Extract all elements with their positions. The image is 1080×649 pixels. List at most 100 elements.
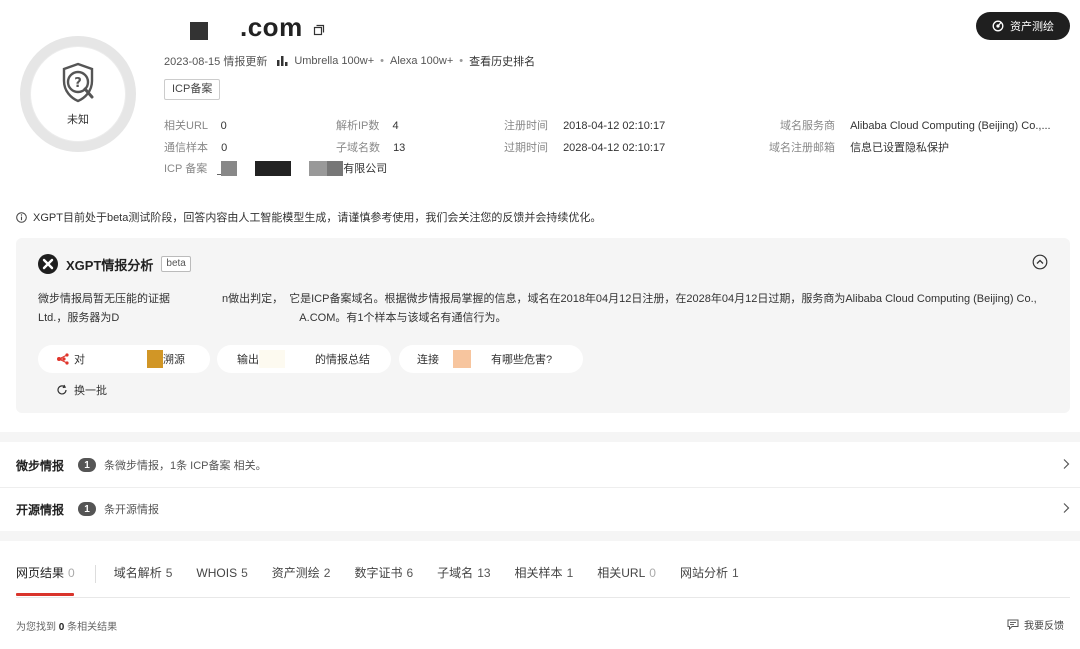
result-tabs: 网页结果 0 域名解析 5 WHOIS 5 资产测绘 2 数字证书 6 子域名 13 相关样… <box>16 562 739 598</box>
xgpt-analysis-card: XGPT情报分析 beta 微步情报局暂无压能的证据 n做出判定， 它是ICP备案域… <box>16 238 1070 413</box>
tab-related-urls[interactable]: 相关URL 0 <box>597 562 656 598</box>
refresh-icon <box>57 384 67 395</box>
intel-label: 微步情报 <box>16 458 65 473</box>
redacted-block <box>327 160 344 176</box>
copy-icon[interactable] <box>313 24 325 36</box>
network-icon <box>57 353 69 365</box>
history-rank-link[interactable]: 查看历史排名 <box>469 53 535 69</box>
result-count: 为您找到 0 条相关结果 <box>16 618 117 633</box>
intel-text: 条微步情报，1条 ICP备案 相关。 <box>104 460 267 472</box>
alexa-rank: Alexa 100w+ <box>389 55 454 67</box>
asset-icon <box>992 20 1004 32</box>
beta-notice: XGPT目前处于beta测试阶段，回答内容由人工智能模型生成，请谨慎参考使用，我… <box>16 209 601 225</box>
redacted-block <box>259 350 285 368</box>
tab-count: 2 <box>323 566 331 580</box>
tab-label: 资产测绘 <box>271 566 320 580</box>
intel-text: 条开源情报 <box>104 504 159 516</box>
result-number: 0 <box>58 622 65 633</box>
tab-whois[interactable]: WHOIS 5 <box>196 562 247 598</box>
chip-text: 输出 <box>237 354 259 366</box>
summary-text: n做出判定， <box>222 293 284 305</box>
domain-name: .com <box>240 11 303 42</box>
register-time-field: 注册时间 2018-04-12 02:10:17 <box>504 117 665 133</box>
field-label: 域名注册邮箱 <box>769 142 835 154</box>
refresh-suggestions-button[interactable]: 换一批 <box>56 382 107 398</box>
xgpt-summary: 微步情报局暂无压能的证据 n做出判定， 它是ICP备案域名。根据微步情报局掌握的信息… <box>38 290 1048 328</box>
subdomains-field[interactable]: 子域名数 13 <box>336 139 405 155</box>
xgpt-title: XGPT情报分析 <box>66 257 154 273</box>
meta-row: 2023-08-15 情报更新 Umbrella 100w+ • Alexa 1… <box>164 53 535 69</box>
update-date: 2023-08-15 情报更新 <box>164 56 268 68</box>
redacted-gap <box>85 350 147 368</box>
field-label: 注册时间 <box>504 120 548 132</box>
redacted-block <box>221 160 238 176</box>
verdict-ring: ? 未知 <box>20 36 136 152</box>
umbrella-rank: Umbrella 100w+ <box>294 55 375 67</box>
separator-dot: • <box>380 55 384 67</box>
tab-count: 13 <box>477 566 491 580</box>
tabs-underline <box>16 597 1070 598</box>
tab-related-samples[interactable]: 相关样本 1 <box>515 562 574 598</box>
suggestion-chip[interactable]: 对 溯源 <box>38 345 210 373</box>
icp-tag: ICP备案 <box>164 79 221 100</box>
tab-label: 相关URL <box>597 566 646 580</box>
feedback-button[interactable]: 我要反馈 <box>1007 617 1064 632</box>
tab-label: 网站分析 <box>679 566 728 580</box>
tab-label: 子域名 <box>437 566 474 580</box>
result-prefix: 为您找到 <box>16 622 56 633</box>
summary-line: Ltd.，服务器为D A.COM。有1个样本与该域名有通信行为。 <box>38 309 1048 328</box>
field-value: 信息已设置隐私保护 <box>850 142 950 154</box>
field-label: 子域名数 <box>336 142 380 154</box>
tab-count: 0 <box>649 566 656 580</box>
suggestion-chip[interactable]: 连接 有哪些危害? <box>399 345 583 373</box>
tab-label: WHOIS <box>196 566 238 580</box>
verdict-label: 未知 <box>67 114 89 126</box>
field-value: 2018-04-12 02:10:17 <box>563 120 666 132</box>
chevron-right-icon <box>1062 458 1070 473</box>
icp-record-field: ICP 备案 有限公司 <box>164 160 387 176</box>
open-source-intel-row[interactable]: 开源情报 1 条开源情报 <box>0 487 1080 531</box>
redacted-block <box>190 22 208 40</box>
field-label: 解析IP数 <box>336 120 380 132</box>
tab-count: 6 <box>406 566 414 580</box>
registrar-field: 域名服务商 Alibaba Cloud Computing (Beijing) … <box>780 117 1051 133</box>
redacted-block <box>255 160 292 176</box>
tab-site-analysis[interactable]: 网站分析 1 <box>680 562 739 598</box>
refresh-label: 换一批 <box>74 385 107 397</box>
comm-samples-field[interactable]: 通信样本 0 <box>164 139 227 155</box>
field-label: 过期时间 <box>504 142 548 154</box>
tab-asset-mapping[interactable]: 资产测绘 2 <box>272 562 331 598</box>
summary-text: 微步情报局暂无压能的证据 <box>38 293 170 305</box>
unknown-threat-icon: ? <box>62 62 94 103</box>
field-value: 2028-04-12 02:10:17 <box>563 142 666 154</box>
tab-count: 1 <box>731 566 739 580</box>
suggestion-chip[interactable]: 输出 的情报总结 <box>217 345 391 373</box>
collapse-icon[interactable] <box>1032 254 1048 273</box>
chip-text: 的情报总结 <box>315 354 370 366</box>
tab-web-results[interactable]: 网页结果 0 <box>16 562 75 598</box>
redacted-block <box>147 350 163 368</box>
verdict-badge: ? 未知 <box>30 46 126 142</box>
tab-certificates[interactable]: 数字证书 6 <box>354 562 413 598</box>
tab-label: 数字证书 <box>354 566 403 580</box>
chip-text: 有哪些危害? <box>491 354 553 366</box>
resolved-ips-field[interactable]: 解析IP数 4 <box>336 117 399 133</box>
redacted-gap <box>285 350 315 368</box>
expire-time-field: 过期时间 2028-04-12 02:10:17 <box>504 139 665 155</box>
field-label: 域名服务商 <box>780 120 835 132</box>
field-label: 相关URL <box>164 120 208 132</box>
tab-subdomains[interactable]: 子域名 13 <box>437 562 490 598</box>
chip-text: 对 <box>74 354 85 366</box>
tab-dns[interactable]: 域名解析 5 <box>114 562 173 598</box>
threatbook-intel-row[interactable]: 微步情报 1 条微步情报，1条 ICP备案 相关。 <box>0 443 1080 487</box>
asset-mapping-label: 资产测绘 <box>1010 21 1054 33</box>
field-label: 通信样本 <box>164 142 208 154</box>
field-label: ICP 备案 <box>164 163 208 175</box>
chip-text: 溯源 <box>163 354 185 366</box>
field-value: 0 <box>221 142 228 154</box>
related-url-field[interactable]: 相关URL 0 <box>164 117 227 133</box>
chip-text: 连接 <box>417 354 439 366</box>
asset-mapping-button[interactable]: 资产测绘 <box>976 12 1070 40</box>
